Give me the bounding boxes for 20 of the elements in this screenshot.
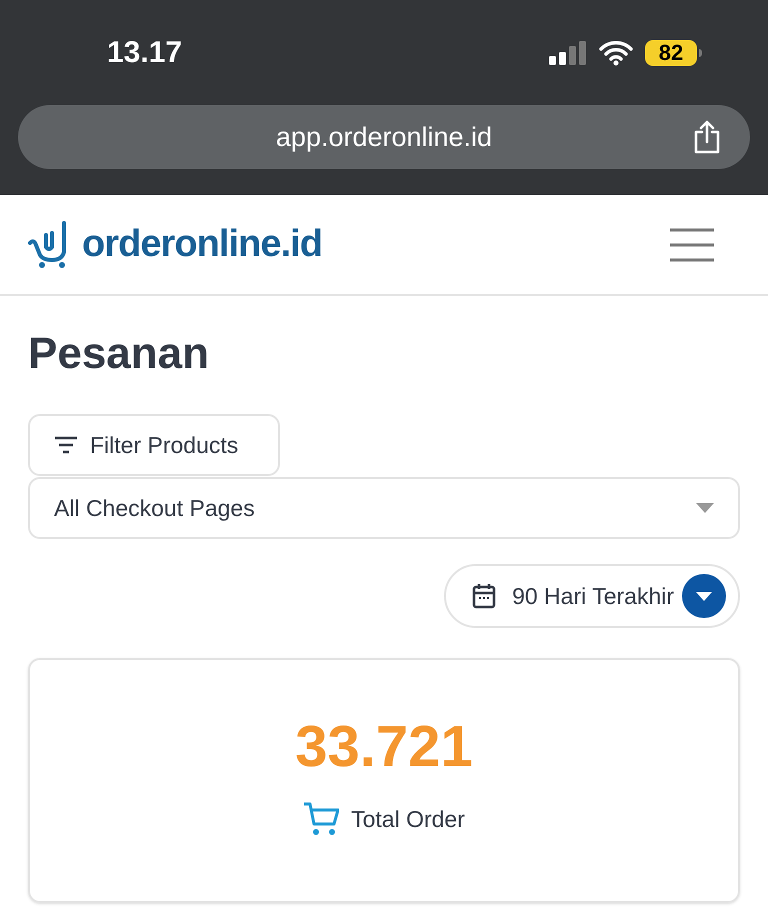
stat-value: 33.721: [295, 713, 473, 781]
wifi-icon: [599, 40, 633, 66]
address-bar[interactable]: app.orderonline.id: [18, 105, 750, 169]
dropdown-icon: [682, 574, 726, 618]
menu-icon[interactable]: [670, 228, 714, 262]
calendar-icon: [472, 583, 496, 609]
date-range-button[interactable]: 90 Hari Terakhir: [444, 564, 740, 628]
logo-text[interactable]: orderonline.id: [82, 216, 322, 273]
caret-icon: [696, 503, 714, 513]
status-time: 13.17: [107, 35, 182, 71]
checkout-select[interactable]: All Checkout Pages: [28, 477, 740, 539]
filter-icon: [54, 436, 78, 454]
stat-label: Total Order: [351, 805, 465, 834]
cart-icon: [303, 802, 340, 836]
page-title: Pesanan: [28, 328, 210, 380]
battery-level: 82: [645, 40, 697, 66]
share-icon[interactable]: [692, 120, 722, 154]
filter-products-button[interactable]: Filter Products: [28, 414, 280, 476]
signal-icon: [549, 40, 587, 64]
url-text: app.orderonline.id: [276, 120, 492, 154]
